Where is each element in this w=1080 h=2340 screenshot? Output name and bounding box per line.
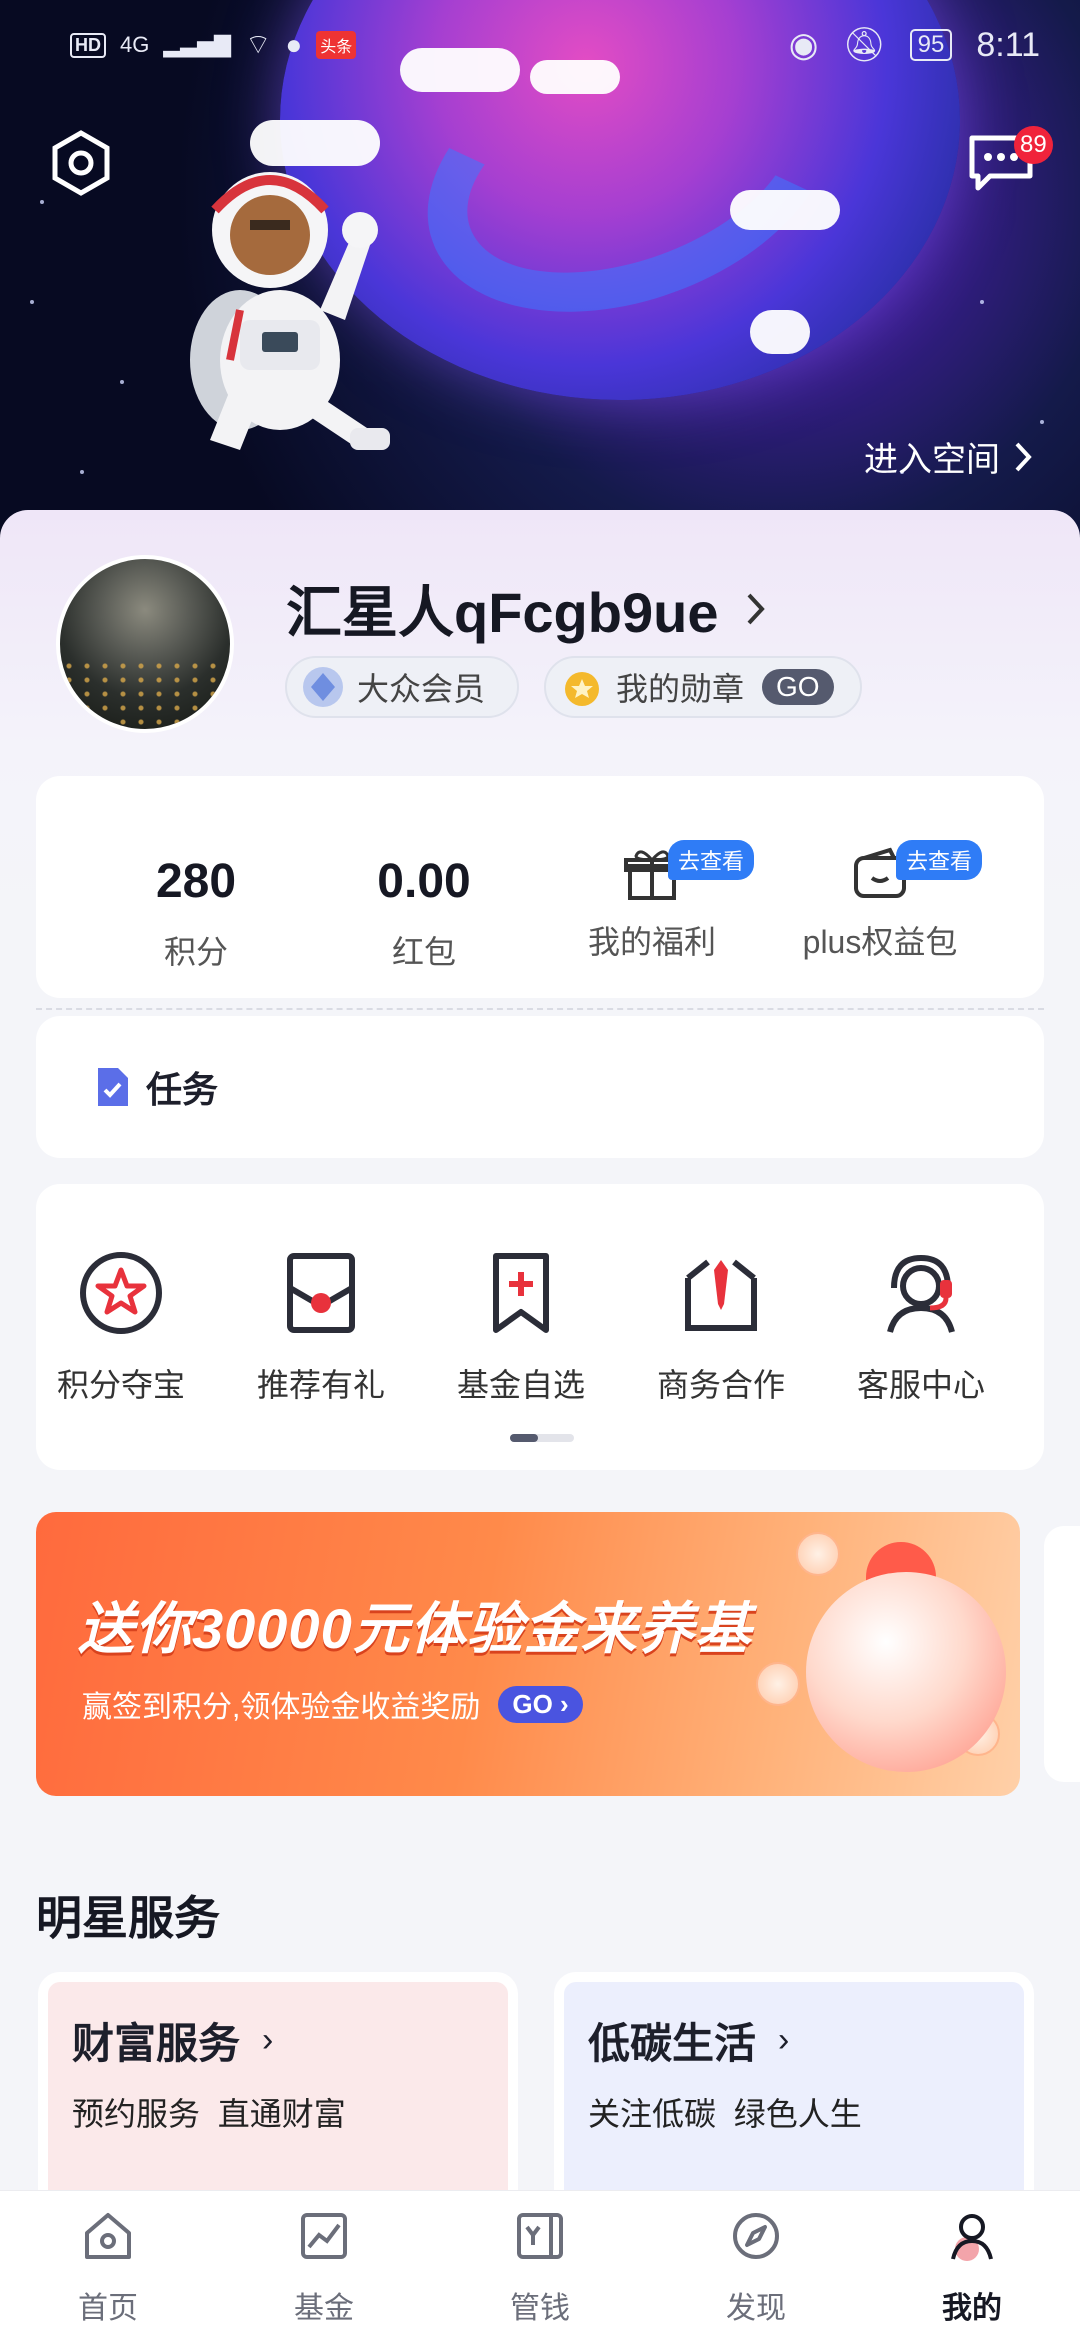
menu-business-cooperation[interactable]: 商务合作 bbox=[636, 1248, 806, 1406]
banner-subline: 赢签到积分,领体验金收益奖励 GO › bbox=[82, 1682, 583, 1726]
compass-icon bbox=[733, 2213, 779, 2259]
tab-label: 管钱 bbox=[510, 2292, 570, 2325]
points-label: 积分 bbox=[163, 934, 228, 970]
tab-label: 我的 bbox=[942, 2292, 1002, 2325]
low-carbon-card[interactable]: 低碳生活 › 关注低碳 绿色人生 bbox=[554, 1972, 1034, 2212]
envelope-icon bbox=[287, 1253, 355, 1333]
mute-bell-icon: 🔕︎ bbox=[842, 26, 886, 64]
status-bar: HD 4G ▂▃▅▇ ⌔ ● 头条 ◉ 🔕︎ 95 8:11 bbox=[0, 0, 1080, 90]
assets-card: 280 积分 0.00 红包 我的福利 去查看 plus权益包 去查看 bbox=[36, 776, 1044, 998]
home-icon bbox=[85, 2213, 131, 2259]
chevron-right-icon: › bbox=[262, 2021, 274, 2059]
wifi-icon: ⌔ bbox=[245, 28, 272, 60]
member-diamond-icon bbox=[303, 667, 343, 707]
tab-fund[interactable]: 基金 bbox=[264, 2209, 384, 2327]
bookmark-plus-icon bbox=[493, 1253, 549, 1333]
chick-mascot-illustration bbox=[806, 1572, 1006, 1772]
card-subtitle: 预约服务 直通财富 bbox=[72, 2096, 346, 2132]
star-circle-icon bbox=[80, 1252, 162, 1334]
task-label: 任务 bbox=[146, 1069, 219, 1110]
my-benefits-label: 我的福利 bbox=[587, 924, 716, 960]
promo-banner[interactable]: 送你30000元体验金来养基 赢签到积分,领体验金收益奖励 GO › bbox=[36, 1512, 1020, 1796]
chevron-right-icon bbox=[1015, 442, 1032, 471]
wealth-service-card[interactable]: 财富服务 › 预约服务 直通财富 bbox=[38, 1972, 518, 2212]
profile-icon bbox=[951, 2214, 993, 2261]
clock-time: 8:11 bbox=[976, 25, 1040, 64]
enter-space-link[interactable]: 进入空间 bbox=[864, 432, 1032, 481]
menu-customer-service[interactable]: 客服中心 bbox=[836, 1248, 1006, 1406]
hd-indicator: HD bbox=[70, 32, 106, 58]
points-value: 280 bbox=[155, 855, 237, 908]
chevron-right-icon bbox=[748, 593, 766, 624]
card-title: 财富服务 bbox=[72, 2020, 241, 2067]
tie-icon bbox=[685, 1259, 757, 1331]
quick-menu: 积分夺宝 推荐有礼 基金自选 商务合作 客服中心 bbox=[36, 1184, 1044, 1470]
menu-fund-watchlist[interactable]: 基金自选 bbox=[436, 1248, 606, 1406]
card-title: 低碳生活 bbox=[588, 2020, 757, 2067]
tab-mine[interactable]: 我的 bbox=[912, 2209, 1032, 2327]
medal-icon bbox=[565, 672, 599, 706]
menu-label: 积分夺宝 bbox=[56, 1367, 185, 1403]
trend-chart-icon bbox=[301, 2213, 347, 2259]
section-title: 明星服务 bbox=[36, 1892, 220, 1944]
task-doc-icon bbox=[98, 1068, 128, 1106]
enter-space-label: 进入空间 bbox=[864, 441, 1000, 479]
bottom-tab-bar: 首页 基金 管钱 发现 我的 bbox=[0, 2190, 1080, 2340]
tab-discover[interactable]: 发现 bbox=[696, 2209, 816, 2327]
points-stat[interactable]: 280 积分 bbox=[86, 854, 306, 973]
avatar[interactable] bbox=[56, 555, 234, 733]
username: 汇星人qFcgb9ue bbox=[286, 581, 719, 644]
menu-label: 推荐有礼 bbox=[256, 1367, 385, 1403]
tab-home[interactable]: 首页 bbox=[48, 2209, 168, 2327]
headset-icon bbox=[887, 1254, 955, 1333]
medals-go-button[interactable]: GO bbox=[762, 669, 834, 705]
banner-headline: 送你30000元体验金来养基 bbox=[78, 1597, 752, 1660]
toutiao-icon: 头条 bbox=[316, 31, 357, 59]
red-packet-stat[interactable]: 0.00 红包 bbox=[314, 854, 534, 973]
astronaut-illustration bbox=[190, 172, 390, 450]
menu-label: 基金自选 bbox=[456, 1367, 585, 1403]
red-packet-value: 0.00 bbox=[377, 855, 471, 908]
tab-label: 首页 bbox=[78, 2292, 138, 2325]
red-packet-label: 红包 bbox=[391, 934, 456, 970]
network-4g-indicator: 4G bbox=[120, 32, 150, 57]
username-link[interactable]: 汇星人qFcgb9ue bbox=[286, 568, 766, 649]
page-indicator bbox=[510, 1434, 574, 1442]
card-subtitle: 关注低碳 绿色人生 bbox=[588, 2096, 862, 2132]
plus-view-badge[interactable]: 去查看 bbox=[896, 840, 983, 880]
ledger-icon bbox=[517, 2213, 563, 2259]
menu-label: 客服中心 bbox=[856, 1367, 985, 1403]
plus-package-label: plus权益包 bbox=[802, 924, 958, 960]
tab-label: 发现 bbox=[726, 2292, 786, 2325]
message-badge: 89 bbox=[1014, 126, 1053, 164]
chat-bubble-icon: ● bbox=[285, 29, 303, 60]
next-banner-peek bbox=[1044, 1526, 1080, 1782]
benefits-view-badge[interactable]: 去查看 bbox=[668, 840, 755, 880]
my-medals-chip[interactable]: 我的勋章 GO bbox=[544, 656, 862, 718]
signal-icon: ▂▃▅▇ bbox=[163, 32, 232, 57]
divider bbox=[36, 1008, 1044, 1010]
tab-label: 基金 bbox=[294, 2292, 354, 2325]
my-medals-label: 我的勋章 bbox=[616, 671, 745, 707]
member-level-label: 大众会员 bbox=[357, 671, 486, 707]
task-row[interactable]: 任务 bbox=[36, 1016, 1044, 1158]
banner-subtitle: 赢签到积分,领体验金收益奖励 bbox=[82, 1691, 481, 1724]
menu-referral-gift[interactable]: 推荐有礼 bbox=[236, 1248, 406, 1406]
menu-points-treasure[interactable]: 积分夺宝 bbox=[36, 1248, 206, 1406]
tab-money[interactable]: 管钱 bbox=[480, 2209, 600, 2327]
member-level-chip[interactable]: 大众会员 bbox=[285, 656, 519, 718]
banner-go-button[interactable]: GO › bbox=[498, 1685, 583, 1723]
eye-icon: ◉ bbox=[788, 26, 819, 64]
battery-indicator: 95 bbox=[909, 29, 953, 61]
settings-hexagon-icon[interactable] bbox=[48, 130, 114, 196]
menu-label: 商务合作 bbox=[656, 1367, 785, 1403]
chevron-right-icon: › bbox=[778, 2021, 790, 2059]
